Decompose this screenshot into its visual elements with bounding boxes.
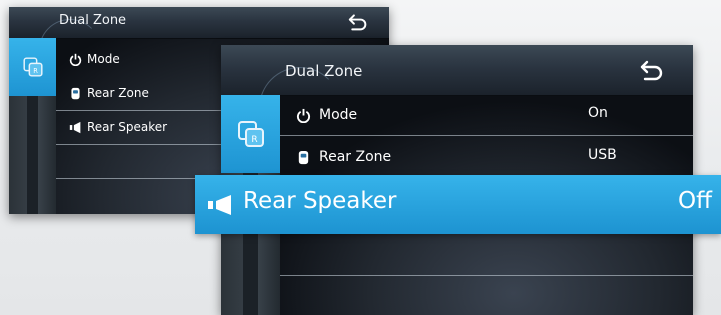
menu-row-rear-zone[interactable]: Rear Zone USB bbox=[280, 137, 693, 178]
speaker-icon bbox=[69, 121, 82, 134]
power-icon bbox=[69, 53, 82, 66]
sidebar-divider bbox=[26, 96, 39, 214]
dual-zone-icon: R bbox=[236, 119, 266, 149]
screen-title: Dual Zone bbox=[59, 13, 127, 28]
sidebar: R bbox=[9, 38, 56, 214]
menu-label-rear-zone: Rear Zone bbox=[319, 149, 392, 165]
sidebar-tab-dual-zone[interactable]: R bbox=[221, 95, 280, 173]
rear-zone-icon bbox=[296, 150, 311, 165]
title-bar: Dual Zone bbox=[221, 45, 693, 149]
menu-row-rear-speaker-highlighted[interactable]: Rear Speaker Off bbox=[195, 175, 721, 234]
menu-value-rear-zone: USB bbox=[588, 147, 617, 163]
row-divider bbox=[280, 135, 693, 136]
menu-row-mode[interactable]: Mode On bbox=[280, 95, 693, 136]
menu-row-empty bbox=[280, 276, 693, 315]
power-icon bbox=[296, 108, 311, 123]
screen-title: Dual Zone bbox=[285, 62, 363, 80]
rear-zone-icon bbox=[69, 87, 82, 100]
speaker-icon bbox=[207, 194, 233, 216]
title-bar: Dual Zone bbox=[9, 7, 389, 81]
menu-row-empty bbox=[280, 235, 693, 276]
back-arrow-icon[interactable] bbox=[639, 59, 665, 81]
menu-label-rear-zone: Rear Zone bbox=[87, 86, 149, 100]
svg-text:R: R bbox=[33, 67, 38, 75]
back-arrow-icon[interactable] bbox=[347, 13, 369, 31]
menu-label-rear-speaker: Rear Speaker bbox=[243, 188, 397, 214]
menu-label-mode: Mode bbox=[319, 107, 358, 123]
dual-zone-icon: R bbox=[22, 56, 44, 78]
menu-value-rear-speaker: Off bbox=[678, 188, 712, 214]
sidebar-tab-dual-zone[interactable]: R bbox=[9, 38, 56, 96]
menu-value-mode: On bbox=[588, 105, 608, 121]
svg-text:R: R bbox=[251, 135, 257, 145]
menu-label-mode: Mode bbox=[87, 52, 120, 66]
menu-label-rear-speaker: Rear Speaker bbox=[87, 120, 168, 134]
